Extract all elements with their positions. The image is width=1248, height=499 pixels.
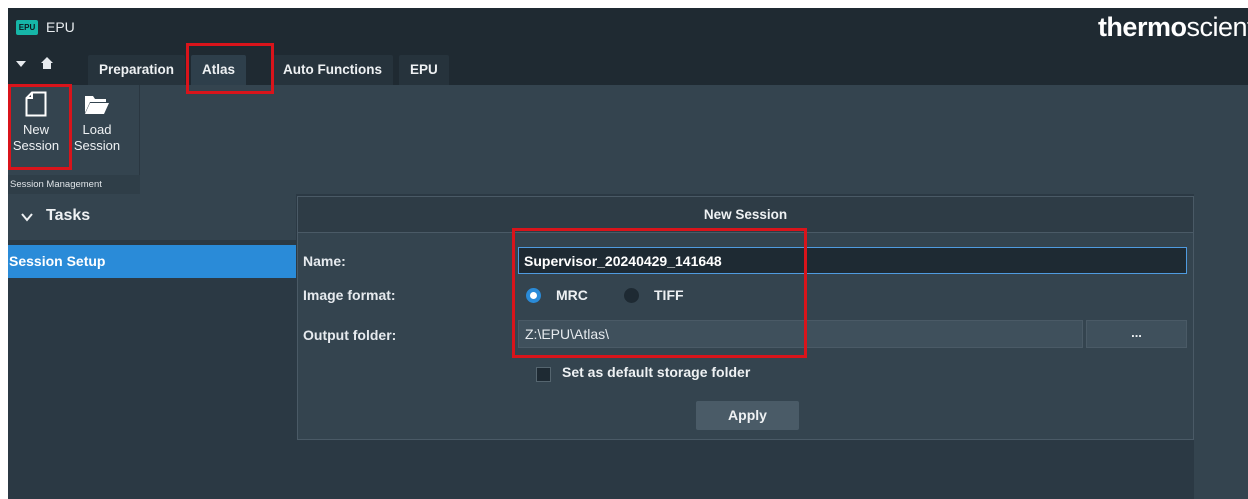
app-title: EPU [46,19,75,35]
new-session-label-2: Session [12,138,60,153]
new-session-panel: New Session Name: Image format: MRC TIFF… [297,196,1194,440]
tab-atlas[interactable]: Atlas [191,55,247,85]
epu-logo-icon: EPU [16,20,38,35]
right-strip [1194,194,1248,499]
session-name-input[interactable] [518,247,1187,274]
mrc-radio[interactable] [526,288,541,303]
name-label: Name: [303,253,346,269]
output-folder-label: Output folder: [303,327,397,343]
new-document-icon [25,91,47,117]
dropdown-arrow-icon[interactable] [16,61,26,67]
tab-epu[interactable]: EPU [399,55,449,85]
default-folder-checkbox[interactable] [536,367,551,382]
output-folder-input[interactable] [518,320,1083,348]
title-bar: EPU EPU thermoscient [8,8,1248,48]
new-session-button[interactable]: New Session [10,91,62,165]
thermo-scientific-logo: thermoscient [1097,12,1248,42]
tiff-radio[interactable] [624,288,639,303]
ribbon-toolbar: New Session Load Session Session Managem… [8,85,1248,194]
load-session-label-2: Session [73,138,121,153]
mrc-radio-label: MRC [556,287,588,303]
tab-preparation[interactable]: Preparation [88,55,186,85]
tasks-title: Tasks [46,207,91,224]
epu-window: EPU EPU thermoscient Preparation Atlas A… [8,8,1248,499]
task-item-session-setup[interactable]: Session Setup [8,245,296,278]
chevron-down-icon [21,213,33,222]
load-session-label-1: Load [82,122,112,137]
browse-folder-button[interactable]: ... [1086,320,1187,348]
open-folder-icon [85,96,109,114]
panel-title: New Session [298,197,1193,233]
home-icon[interactable] [40,56,54,70]
tab-bar: Preparation Atlas Auto Functions EPU [8,48,1248,85]
tiff-radio-label: TIFF [654,287,684,303]
default-folder-label: Set as default storage folder [562,364,751,380]
tasks-pane: Tasks Session Setup [8,194,296,499]
session-management-group: New Session Load Session Session Managem… [8,85,140,194]
ribbon-group-label: Session Management [8,175,140,194]
new-session-label-1: New [22,122,49,137]
tasks-header[interactable]: Tasks [8,194,296,240]
tab-auto-functions[interactable]: Auto Functions [272,55,393,85]
main-area: New Session Name: Image format: MRC TIFF… [296,194,1248,499]
image-format-label: Image format: [303,287,396,303]
load-session-button[interactable]: Load Session [71,91,123,165]
apply-button[interactable]: Apply [696,401,799,430]
